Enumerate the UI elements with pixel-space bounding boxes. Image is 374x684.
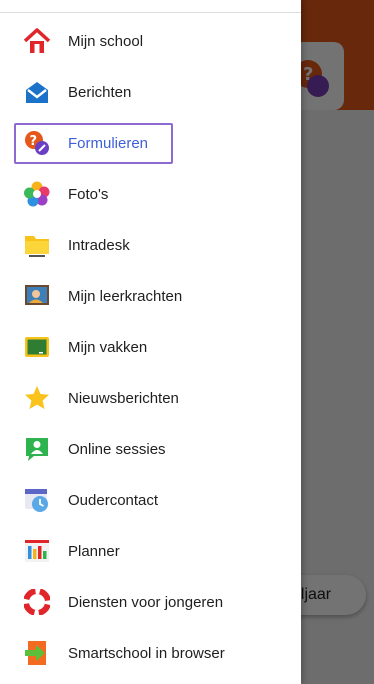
- drawer-divider: [0, 12, 301, 13]
- menu-item-label: Formulieren: [68, 135, 149, 152]
- photos-flower-icon: [24, 181, 50, 207]
- question-form-icon: ?: [24, 130, 50, 156]
- menu-item-label: Mijn leerkrachten: [68, 288, 183, 305]
- envelope-icon: [24, 79, 50, 105]
- menu-item-fotos[interactable]: Foto's: [0, 169, 301, 220]
- drawer-menu: Mijn school Berichten ? Formulieren Foto…: [0, 16, 301, 679]
- navigation-drawer: Mijn school Berichten ? Formulieren Foto…: [0, 0, 301, 684]
- menu-item-planner[interactable]: Planner: [0, 526, 301, 577]
- menu-item-label: Intradesk: [68, 237, 130, 254]
- menu-item-mijn-school[interactable]: Mijn school: [0, 16, 301, 67]
- menu-item-label: Diensten voor jongeren: [68, 594, 224, 611]
- menu-item-mijn-vakken[interactable]: Mijn vakken: [0, 322, 301, 373]
- menu-item-intradesk[interactable]: Intradesk: [0, 220, 301, 271]
- menu-item-oudercontact[interactable]: Oudercontact: [0, 475, 301, 526]
- menu-item-label: Berichten: [68, 84, 132, 101]
- menu-item-berichten[interactable]: Berichten: [0, 67, 301, 118]
- menu-item-online-sessies[interactable]: Online sessies: [0, 424, 301, 475]
- chalkboard-icon: [24, 334, 50, 360]
- menu-item-label: Planner: [68, 543, 120, 560]
- menu-item-nieuwsberichten[interactable]: Nieuwsberichten: [0, 373, 301, 424]
- menu-item-label: Smartschool in browser: [68, 645, 225, 662]
- teacher-board-icon: [24, 283, 50, 309]
- menu-item-diensten-voor-jongeren[interactable]: Diensten voor jongeren: [0, 577, 301, 628]
- calendar-clock-icon: [24, 487, 50, 513]
- star-icon: [24, 385, 50, 411]
- lifebuoy-icon: [24, 589, 50, 615]
- menu-item-formulieren[interactable]: ? Formulieren: [0, 118, 301, 169]
- menu-item-label: Mijn vakken: [68, 339, 148, 356]
- menu-item-label: Oudercontact: [68, 492, 159, 509]
- menu-item-label: Online sessies: [68, 441, 166, 458]
- browser-arrow-icon: [24, 640, 50, 666]
- menu-item-label: Nieuwsberichten: [68, 390, 179, 407]
- planner-icon: [24, 538, 50, 564]
- menu-item-mijn-leerkrachten[interactable]: Mijn leerkrachten: [0, 271, 301, 322]
- folder-icon: [24, 232, 50, 258]
- video-person-icon: [24, 436, 50, 462]
- menu-item-smartschool-in-browser[interactable]: Smartschool in browser: [0, 628, 301, 679]
- menu-item-label: Mijn school: [68, 33, 144, 50]
- house-icon: [24, 28, 50, 54]
- menu-item-label: Foto's: [68, 186, 109, 203]
